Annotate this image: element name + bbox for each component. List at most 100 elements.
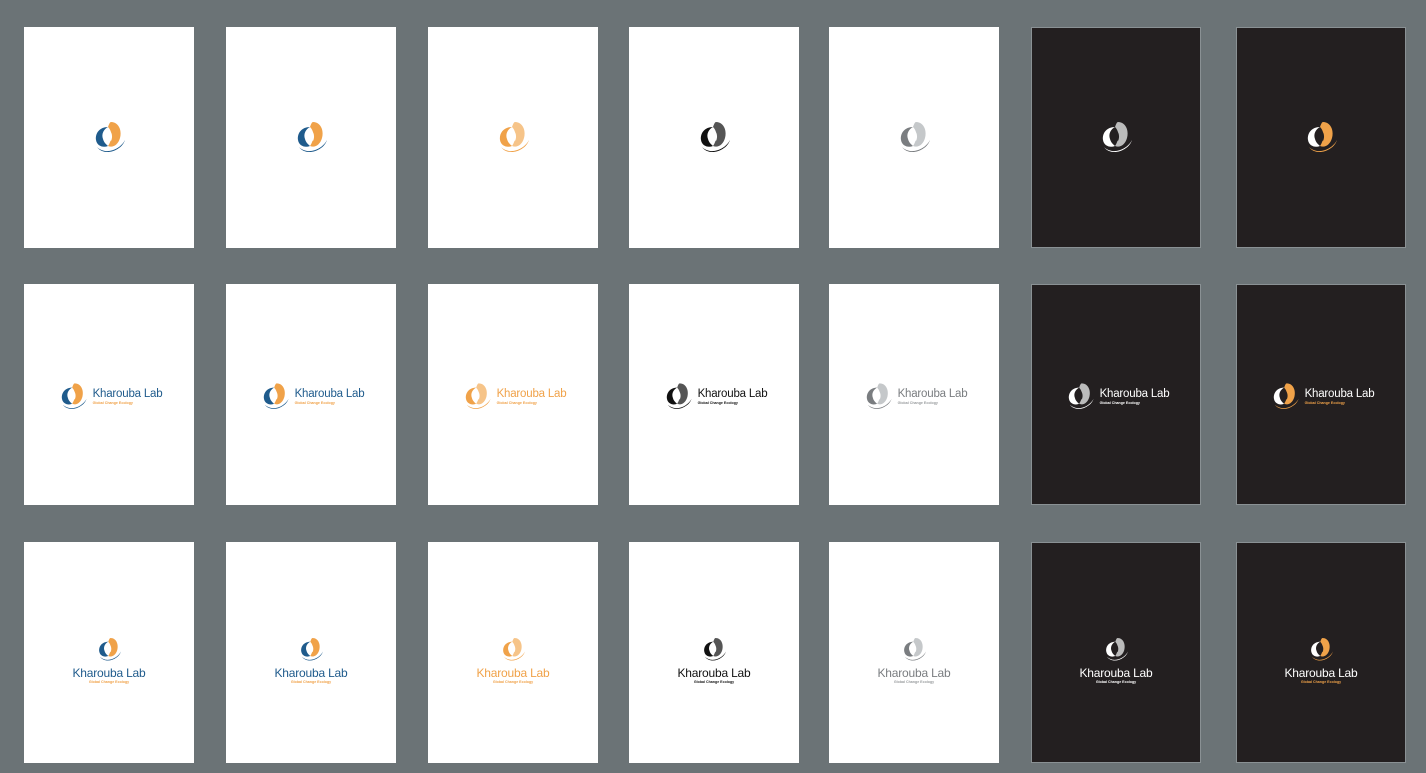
brand-name: Kharouba Lab — [1099, 387, 1170, 400]
logo-mark-icon — [1068, 382, 1094, 409]
brand-tagline: Global Change Ecology — [496, 400, 537, 405]
brand-tagline: Global Change Ecology — [897, 400, 938, 405]
brand-tagline: Global Change Ecology — [1300, 679, 1342, 684]
artboard-horizontal-3[interactable]: Kharouba Lab Global Change Ecology — [428, 284, 598, 505]
logo-mark-icon — [503, 637, 525, 661]
brand-name: Kharouba Lab — [1284, 665, 1358, 680]
brand-name: Kharouba Lab — [294, 387, 365, 400]
brand-name: Kharouba Lab — [274, 665, 348, 680]
brand-name: Kharouba Lab — [92, 387, 163, 400]
artboard-horizontal-7[interactable]: Kharouba Lab Global Change Ecology — [1236, 284, 1406, 505]
logo-lockup: Kharouba Lab Global Change Ecology — [258, 380, 365, 414]
artboard-stacked-4[interactable]: Kharouba Lab Global Change Ecology — [629, 542, 799, 763]
brand-tagline: Global Change Ecology — [1304, 400, 1345, 405]
artboard-mark-only-7[interactable] — [1236, 27, 1406, 248]
artboard-stacked-5[interactable]: Kharouba Lab Global Change Ecology — [829, 542, 999, 763]
artboard-mark-only-4[interactable] — [629, 27, 799, 248]
logo-lockup: Kharouba Lab Global Change Ecology — [477, 635, 550, 685]
logo-mark-icon — [666, 382, 692, 409]
artboard-stacked-6[interactable]: Kharouba Lab Global Change Ecology — [1031, 542, 1201, 763]
logo-lockup — [1301, 118, 1341, 158]
artboard-stacked-1[interactable]: Kharouba Lab Global Change Ecology — [24, 542, 194, 763]
logo-wordmark: Kharouba Lab Global Change Ecology — [1305, 388, 1375, 406]
logo-lockup — [1096, 118, 1136, 158]
logo-wordmark: Kharouba Lab Global Change Ecology — [476, 665, 550, 685]
logo-mark-icon — [900, 121, 930, 152]
logo-lockup: Kharouba Lab Global Change Ecology — [73, 635, 146, 685]
logo-wordmark: Kharouba Lab Global Change Ecology — [677, 665, 751, 685]
brand-tagline: Global Change Ecology — [697, 400, 738, 405]
brand-tagline: Global Change Ecology — [92, 400, 133, 405]
artboard-stacked-3[interactable]: Kharouba Lab Global Change Ecology — [428, 542, 598, 763]
brand-name: Kharouba Lab — [72, 665, 146, 680]
brand-tagline: Global Change Ecology — [1099, 400, 1140, 405]
logo-lockup: Kharouba Lab Global Change Ecology — [661, 380, 768, 414]
logo-mark-icon — [866, 382, 892, 409]
logo-wordmark: Kharouba Lab Global Change Ecology — [295, 388, 365, 406]
logo-mark-icon — [263, 382, 289, 409]
logo-lockup: Kharouba Lab Global Change Ecology — [1285, 635, 1358, 685]
logo-wordmark: Kharouba Lab Global Change Ecology — [1079, 665, 1153, 685]
brand-name: Kharouba Lab — [677, 665, 751, 680]
artboard-horizontal-2[interactable]: Kharouba Lab Global Change Ecology — [226, 284, 396, 505]
logo-wordmark: Kharouba Lab Global Change Ecology — [497, 388, 567, 406]
logo-mark-icon — [1106, 637, 1128, 661]
artboard-horizontal-6[interactable]: Kharouba Lab Global Change Ecology — [1031, 284, 1201, 505]
logo-mark-icon — [904, 637, 926, 661]
logo-wordmark: Kharouba Lab Global Change Ecology — [898, 388, 968, 406]
logo-lockup: Kharouba Lab Global Change Ecology — [1080, 635, 1153, 685]
brand-tagline: Global Change Ecology — [1095, 679, 1137, 684]
logo-lockup — [894, 118, 934, 158]
logo-lockup: Kharouba Lab Global Change Ecology — [861, 380, 968, 414]
logo-lockup: Kharouba Lab Global Change Ecology — [678, 635, 751, 685]
brand-name: Kharouba Lab — [496, 387, 567, 400]
logo-mark-icon — [1273, 382, 1299, 409]
logo-lockup — [493, 118, 533, 158]
logo-mark-icon — [1307, 121, 1337, 152]
artboard-horizontal-5[interactable]: Kharouba Lab Global Change Ecology — [829, 284, 999, 505]
artboard-mark-only-2[interactable] — [226, 27, 396, 248]
artboard-grid: Kharouba Lab Global Change Ecology Kharoub… — [0, 0, 1426, 773]
logo-mark-icon — [704, 637, 726, 661]
brand-name: Kharouba Lab — [697, 387, 768, 400]
logo-mark-icon — [499, 121, 529, 152]
logo-wordmark: Kharouba Lab Global Change Ecology — [1284, 665, 1358, 685]
logo-lockup — [291, 118, 331, 158]
artboard-mark-only-1[interactable] — [24, 27, 194, 248]
logo-wordmark: Kharouba Lab Global Change Ecology — [72, 665, 146, 685]
logo-mark-icon — [465, 382, 491, 409]
brand-tagline: Global Change Ecology — [290, 679, 332, 684]
logo-lockup: Kharouba Lab Global Change Ecology — [1063, 380, 1170, 414]
logo-mark-icon — [1311, 637, 1333, 661]
brand-name: Kharouba Lab — [476, 665, 550, 680]
logo-mark-icon — [95, 121, 125, 152]
artboard-stacked-2[interactable]: Kharouba Lab Global Change Ecology — [226, 542, 396, 763]
artboard-mark-only-5[interactable] — [829, 27, 999, 248]
brand-name: Kharouba Lab — [877, 665, 951, 680]
logo-lockup: Kharouba Lab Global Change Ecology — [56, 380, 163, 414]
logo-lockup: Kharouba Lab Global Change Ecology — [275, 635, 348, 685]
logo-wordmark: Kharouba Lab Global Change Ecology — [93, 388, 163, 406]
brand-tagline: Global Change Ecology — [693, 679, 735, 684]
artboard-horizontal-4[interactable]: Kharouba Lab Global Change Ecology — [629, 284, 799, 505]
logo-lockup — [89, 118, 129, 158]
artboard-mark-only-3[interactable] — [428, 27, 598, 248]
brand-tagline: Global Change Ecology — [492, 679, 534, 684]
brand-name: Kharouba Lab — [1079, 665, 1153, 680]
logo-wordmark: Kharouba Lab Global Change Ecology — [877, 665, 951, 685]
logo-wordmark: Kharouba Lab Global Change Ecology — [698, 388, 768, 406]
logo-wordmark: Kharouba Lab Global Change Ecology — [1100, 388, 1170, 406]
artboard-horizontal-1[interactable]: Kharouba Lab Global Change Ecology — [24, 284, 194, 505]
brand-name: Kharouba Lab — [1304, 387, 1375, 400]
artboard-stacked-7[interactable]: Kharouba Lab Global Change Ecology — [1236, 542, 1406, 763]
logo-mark-icon — [700, 121, 730, 152]
logo-lockup: Kharouba Lab Global Change Ecology — [878, 635, 951, 685]
logo-mark-icon — [99, 637, 121, 661]
artboard-mark-only-6[interactable] — [1031, 27, 1201, 248]
logo-mark-icon — [297, 121, 327, 152]
logo-lockup — [694, 118, 734, 158]
logo-mark-icon — [1102, 121, 1132, 152]
logo-lockup: Kharouba Lab Global Change Ecology — [1268, 380, 1375, 414]
logo-mark-icon — [61, 382, 87, 409]
logo-wordmark: Kharouba Lab Global Change Ecology — [274, 665, 348, 685]
